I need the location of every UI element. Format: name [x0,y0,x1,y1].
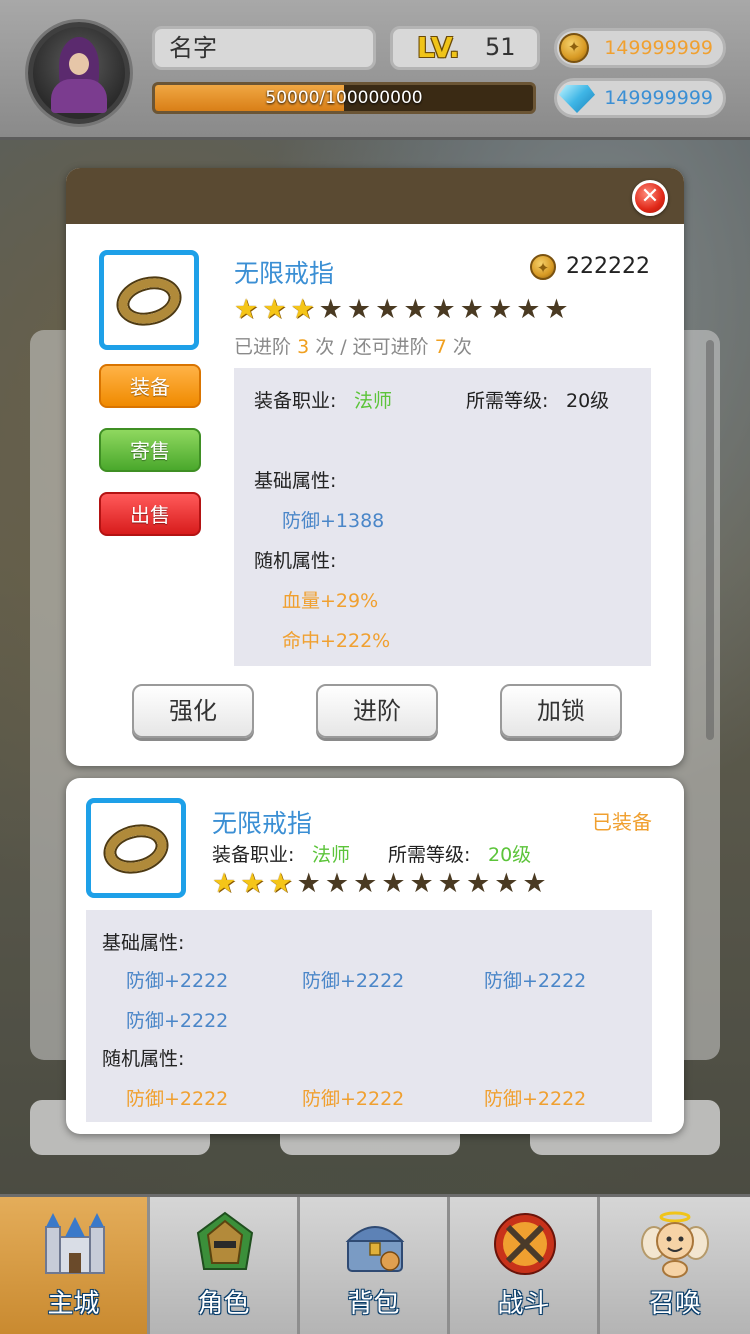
item-price: 222222 [566,254,650,279]
random-attr-value: 血量+29% [282,590,379,612]
coin-icon [559,33,589,63]
star-empty-icon: ★ [409,868,434,899]
star-rating: ★ ★ ★ ★ ★ ★ ★ ★ ★ ★ ★ ★ [212,870,547,898]
base-attr-label: 基础属性: [102,932,185,954]
nav-backpack[interactable]: 背包 [300,1197,450,1334]
nav-label: 角色 [197,1289,250,1319]
gold-value: 149999999 [604,37,713,59]
base-attr-value: 防御+2222 [302,970,405,992]
coin-icon [530,254,556,280]
avatar[interactable] [28,22,130,124]
nav-battle[interactable]: 战斗 [450,1197,600,1334]
star-empty-icon: ★ [403,294,428,325]
random-attr-value: 防御+2222 [126,1088,229,1110]
star-empty-icon: ★ [465,868,491,899]
star-empty-icon: ★ [353,868,378,899]
item-slot[interactable] [99,250,199,350]
star-empty-icon: ★ [437,868,462,899]
star-filled-icon: ★ [240,868,265,899]
nav-label: 主城 [47,1289,100,1319]
advance-left: 7 [434,336,447,358]
advance-info: 已进阶 3 次 / 还可进阶 7 次 [234,336,472,358]
sell-button[interactable]: 出售 [99,492,201,536]
level-box: LV. 51 [390,26,540,70]
top-status-bar: 名字 LV. 51 50000/100000000 149999999 1499… [0,0,750,140]
level-value: 51 [485,33,516,61]
level-req-value: 20级 [488,844,532,866]
base-attr-value: 防御+1388 [282,510,385,532]
lock-button[interactable]: 加锁 [500,684,622,738]
equipped-item-slot[interactable] [86,798,186,898]
random-attr-value: 防御+2222 [302,1088,405,1110]
item-name: 无限戒指 [234,259,335,288]
ring-icon [113,272,185,330]
castle-icon [45,1213,105,1274]
star-empty-icon: ★ [431,294,456,325]
level-label: LV. [417,31,460,64]
crossed-swords-icon [494,1213,556,1275]
star-empty-icon: ★ [381,868,406,899]
base-attr-label: 基础属性: [254,470,337,492]
angel-icon [641,1211,709,1278]
nav-label: 召唤 [648,1289,701,1319]
random-attr-value: 防御+2222 [484,1088,587,1110]
star-filled-icon: ★ [262,294,287,325]
star-empty-icon: ★ [346,294,372,325]
gem-icon [559,85,595,113]
advance-button[interactable]: 进阶 [316,684,438,738]
exp-bar: 50000/100000000 [152,82,536,114]
ring-icon [100,820,172,878]
exp-text: 50000/100000000 [265,88,423,108]
level-req-value: 20级 [566,390,610,412]
random-attr-label: 随机属性: [254,550,337,572]
nav-label: 背包 [347,1289,400,1319]
base-attr-value: 防御+2222 [484,970,587,992]
gem-display[interactable]: 149999999 [554,78,726,118]
star-empty-icon: ★ [494,868,519,899]
gold-display[interactable]: 149999999 [554,28,726,68]
level-req-label: 所需等级: [388,844,471,866]
scrollbar[interactable] [706,340,714,740]
star-empty-icon: ★ [487,294,513,325]
star-empty-icon: ★ [375,294,400,325]
star-empty-icon: ★ [318,294,343,325]
class-value: 法师 [312,844,351,866]
advance-done: 3 [297,336,310,358]
enhance-button[interactable]: 强化 [132,684,254,738]
consign-button[interactable]: 寄售 [99,428,201,472]
class-label: 装备职业: [212,844,295,866]
star-filled-icon: ★ [212,868,237,899]
star-filled-icon: ★ [234,294,259,325]
star-filled-icon: ★ [290,294,315,325]
star-empty-icon: ★ [522,868,547,899]
popup-header [66,168,684,224]
star-empty-icon: ★ [296,868,321,899]
base-attr-value: 防御+2222 [126,970,229,992]
star-filled-icon: ★ [268,868,293,899]
helmet-icon [196,1211,254,1270]
player-name: 名字 [152,26,376,70]
star-empty-icon: ★ [324,868,350,899]
equipped-badge: 已装备 [592,810,652,834]
gem-value: 149999999 [604,87,713,109]
star-rating: ★ ★ ★ ★ ★ ★ ★ ★ ★ ★ ★ ★ [234,296,569,324]
class-label: 装备职业: [254,390,337,412]
treasure-chest-icon [345,1226,405,1272]
star-empty-icon: ★ [516,294,541,325]
star-empty-icon: ★ [459,294,484,325]
random-attr-label: 随机属性: [102,1048,185,1070]
nav-main-city[interactable]: 主城 [0,1197,150,1334]
bottom-nav: 主城 角色 背包 战斗 召唤 [0,1194,750,1334]
close-button[interactable]: ✕ [632,180,668,216]
equip-button[interactable]: 装备 [99,364,201,408]
star-empty-icon: ★ [544,294,569,325]
equipped-item-name: 无限戒指 [212,809,313,838]
random-attr-value: 命中+222% [282,630,391,652]
nav-label: 战斗 [497,1289,550,1319]
nav-character[interactable]: 角色 [150,1197,300,1334]
nav-summon[interactable]: 召唤 [600,1197,750,1334]
base-attr-value: 防御+2222 [126,1010,229,1032]
level-req-label: 所需等级: [466,390,549,412]
class-value: 法师 [354,390,393,412]
